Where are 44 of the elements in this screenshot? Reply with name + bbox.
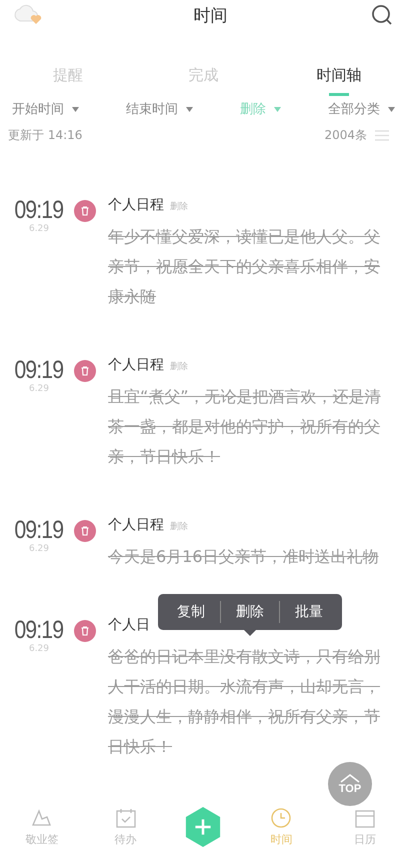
nav-tab[interactable]: 敬业签	[0, 806, 84, 848]
entry-text[interactable]: 爸爸的日记本里没有散文诗，只有给别人干活的日期。水流有声，山却无言，漫漫人生，静静相伴，祝所有父亲，节日快乐！	[108, 642, 393, 762]
filter-dropdown[interactable]: 开始时间	[12, 100, 79, 118]
trash-icon[interactable]	[74, 520, 96, 542]
filter-dropdown[interactable]: 删除	[240, 100, 281, 118]
entry-title: 个人日	[108, 616, 150, 634]
entry-text[interactable]: 年少不懂父爱深，读懂已是他人父。父亲节，祝愿全天下的父亲喜乐相伴，安康永随	[108, 222, 393, 312]
caret-icon	[388, 106, 395, 112]
trash-icon[interactable]	[74, 620, 96, 642]
entry-text[interactable]: 且宜“煮父”，无论是把酒言欢，还是清茶一盏，都是对他的守护，祝所有的父亲，节日快乐！	[108, 382, 393, 472]
menu-option[interactable]: 复制	[162, 600, 220, 624]
entry-text[interactable]: 今天是6月16日父亲节，准时送出礼物	[108, 542, 393, 572]
entry-count: 2004条	[324, 126, 367, 144]
back-to-top-button[interactable]: TOP	[328, 762, 372, 806]
entry-title: 个人日程	[108, 516, 164, 534]
trash-icon[interactable]	[74, 360, 96, 382]
add-button[interactable]	[184, 806, 222, 848]
nav-tab[interactable]: 日历	[323, 806, 407, 848]
nav-tab[interactable]: 时间	[239, 806, 324, 848]
filter-dropdown[interactable]: 全部分类	[328, 100, 395, 118]
caret-icon	[274, 106, 281, 112]
caret-icon	[72, 106, 79, 112]
entry-time: 09:19	[14, 356, 64, 384]
entry-title: 个人日程	[108, 196, 164, 214]
nav-tab[interactable]: 待办	[84, 806, 168, 848]
chevron-up-icon	[340, 774, 360, 782]
tab[interactable]: 时间轴	[271, 56, 407, 96]
caret-icon	[186, 106, 193, 112]
clock-icon	[269, 807, 294, 829]
status-tag: 删除	[170, 520, 188, 533]
calendar-check-icon	[114, 807, 138, 829]
entry-time: 09:19	[14, 516, 64, 544]
entry-time: 09:19	[14, 196, 64, 224]
update-time: 更新于 14:16	[8, 126, 82, 144]
search-icon[interactable]	[371, 4, 393, 26]
entry-title: 个人日程	[108, 356, 164, 374]
filter-dropdown[interactable]: 结束时间	[126, 100, 193, 118]
page-title: 时间	[194, 4, 228, 26]
menu-option[interactable]: 删除	[221, 600, 279, 624]
entry-time: 09:19	[14, 616, 64, 644]
trash-icon[interactable]	[74, 200, 96, 222]
status-tag: 删除	[170, 200, 188, 213]
status-tag: 删除	[170, 360, 188, 373]
menu-option[interactable]: 批量	[280, 600, 338, 624]
